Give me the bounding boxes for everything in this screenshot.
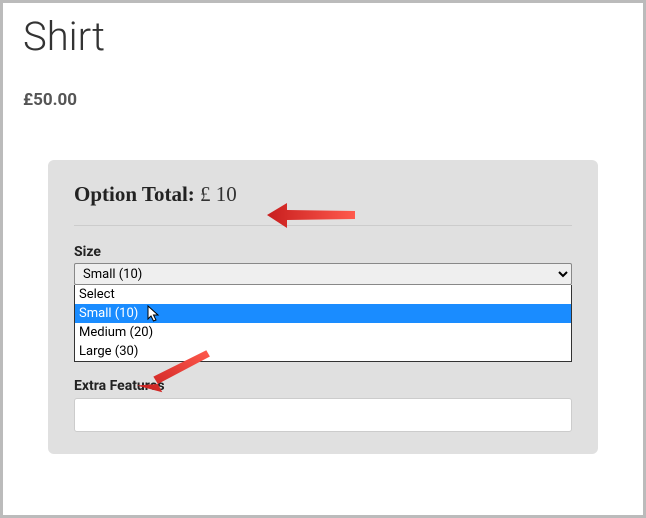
option-total-row: Option Total: £ 10 [74,182,572,226]
product-price: £50.00 [23,90,623,110]
size-option-medium[interactable]: Medium (20) [75,323,571,342]
size-select[interactable]: Small (10) [74,263,572,285]
product-title: Shirt [23,13,623,60]
size-dropdown-list: Select Small (10) Medium (20) Large (30) [74,285,572,362]
option-total-value: £ 10 [200,182,237,206]
extra-features-input[interactable] [74,398,572,432]
option-total-label: Option Total: [74,182,195,206]
extra-features-label: Extra Features [74,378,572,394]
cursor-icon [147,305,161,323]
size-option-small[interactable]: Small (10) [75,304,571,323]
size-label: Size [74,244,572,260]
size-option-select[interactable]: Select [75,285,571,304]
size-option-large[interactable]: Large (30) [75,342,571,361]
product-options-panel: Option Total: £ 10 Size Small (10) Selec… [48,160,598,454]
size-option-small-label: Small (10) [79,306,138,321]
